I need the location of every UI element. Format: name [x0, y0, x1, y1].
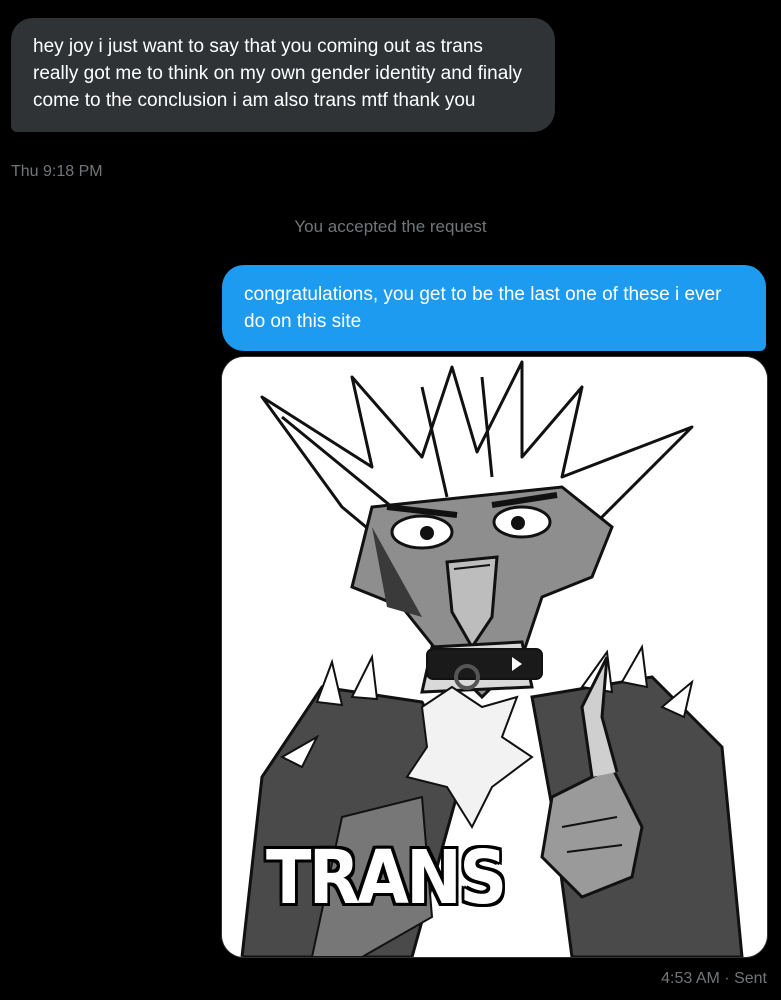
system-message: You accepted the request [294, 217, 487, 236]
dm-conversation: hey joy i just want to say that you comi… [0, 0, 781, 1000]
outgoing-message-bubble[interactable]: congratulations, you get to be the last … [222, 265, 766, 351]
outgoing-message-timestamp: 4:53 AM · Sent [661, 970, 767, 987]
meme-caption-text: TRANS [266, 835, 507, 921]
incoming-message-timestamp: Thu 9:18 PM [11, 163, 103, 180]
outgoing-message-text: congratulations, you get to be the last … [244, 284, 722, 332]
outgoing-image-attachment[interactable]: TRANS [222, 357, 767, 957]
incoming-message-text: hey joy i just want to say that you comi… [33, 36, 522, 111]
incoming-message-bubble[interactable]: hey joy i just want to say that you comi… [11, 18, 555, 132]
